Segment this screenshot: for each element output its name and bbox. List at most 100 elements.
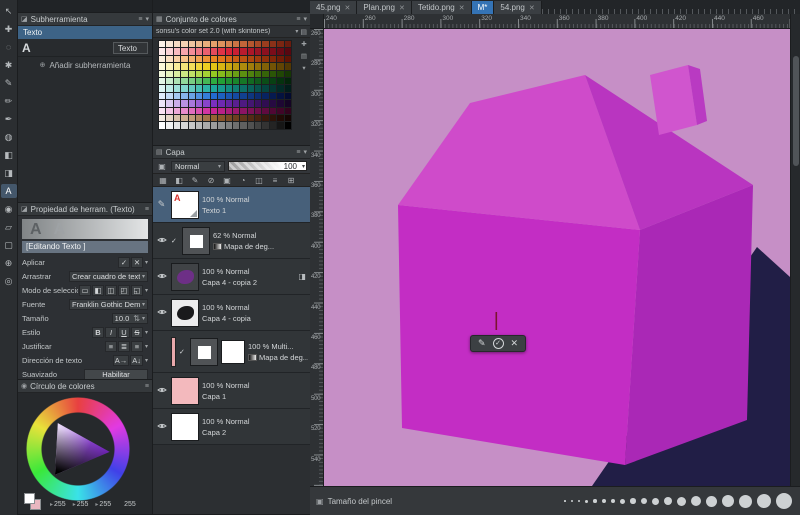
text-tool[interactable]: A bbox=[0, 184, 17, 198]
palette-swatch[interactable] bbox=[181, 63, 188, 70]
palette-swatch[interactable] bbox=[203, 55, 210, 63]
palette-swatch[interactable] bbox=[173, 55, 181, 63]
palette-swatch[interactable] bbox=[277, 70, 284, 77]
palette-swatch[interactable] bbox=[159, 85, 166, 92]
palette-swatch[interactable] bbox=[181, 77, 188, 85]
cancel-icon[interactable]: ✕ bbox=[511, 336, 519, 351]
palette-swatch[interactable] bbox=[269, 41, 277, 48]
fill-tool[interactable]: ◧ bbox=[1, 148, 17, 162]
palette-swatch[interactable] bbox=[188, 41, 195, 48]
palette-swatch[interactable] bbox=[240, 92, 247, 100]
swatch-view-icon[interactable]: ▤ bbox=[301, 52, 307, 60]
palette-swatch[interactable] bbox=[210, 70, 218, 77]
palette-swatch[interactable] bbox=[225, 70, 232, 77]
palette-swatch[interactable] bbox=[277, 122, 284, 129]
palette-swatch[interactable] bbox=[269, 48, 277, 55]
palette-swatch[interactable] bbox=[284, 100, 292, 107]
subtool-group-tab[interactable]: Texto bbox=[18, 26, 152, 39]
palette-swatch[interactable] bbox=[159, 48, 166, 55]
palette-swatch[interactable] bbox=[255, 122, 262, 129]
palette-swatch[interactable] bbox=[284, 48, 292, 55]
palette-swatch[interactable] bbox=[277, 55, 284, 63]
palette-swatch[interactable] bbox=[255, 70, 262, 77]
palette-swatch[interactable] bbox=[188, 107, 195, 114]
palette-swatch[interactable] bbox=[225, 107, 232, 114]
document-tab[interactable]: 54.png ✕ bbox=[494, 1, 542, 14]
palette-swatch[interactable] bbox=[166, 77, 173, 85]
tool-property-select[interactable]: Crear cuadro de texto ▾ bbox=[68, 270, 148, 282]
panel-collapse-icon[interactable]: ▾ bbox=[303, 15, 307, 23]
add-subtool-button[interactable]: ⊕ Añadir subherramienta bbox=[18, 57, 152, 73]
palette-swatch[interactable] bbox=[284, 55, 292, 63]
palette-swatch[interactable] bbox=[181, 107, 188, 114]
palette-swatch[interactable] bbox=[247, 41, 255, 48]
palette-swatch[interactable] bbox=[255, 48, 262, 55]
palette-swatch[interactable] bbox=[159, 55, 166, 63]
palette-swatch[interactable] bbox=[173, 107, 181, 114]
palette-swatch[interactable] bbox=[247, 85, 255, 92]
palette-swatch[interactable] bbox=[195, 70, 203, 77]
layer-thumbnail[interactable] bbox=[171, 376, 199, 405]
brush-size-dot[interactable] bbox=[577, 499, 580, 503]
palette-swatch[interactable] bbox=[173, 77, 181, 85]
palette-swatch[interactable] bbox=[225, 55, 232, 63]
palette-swatch[interactable] bbox=[255, 55, 262, 63]
palette-swatch[interactable] bbox=[255, 85, 262, 92]
palette-swatch[interactable] bbox=[269, 85, 277, 92]
tool-property-option-button[interactable]: ✓ bbox=[117, 256, 130, 268]
palette-swatch[interactable] bbox=[173, 92, 181, 100]
palette-swatch[interactable] bbox=[240, 107, 247, 114]
palette-swatch[interactable] bbox=[232, 114, 240, 122]
palette-swatch[interactable] bbox=[284, 122, 292, 129]
palette-swatch[interactable] bbox=[203, 100, 210, 107]
palette-swatch[interactable] bbox=[284, 70, 292, 77]
tool-property-option-button[interactable]: ◱ bbox=[130, 284, 143, 296]
palette-swatch[interactable] bbox=[262, 48, 269, 55]
tool-property-select[interactable]: Franklin Gothic Demi ▾ bbox=[68, 298, 148, 310]
palette-swatch[interactable] bbox=[173, 85, 181, 92]
palette-swatch[interactable] bbox=[210, 122, 218, 129]
layers-toolbar-icon[interactable]: ⊘ bbox=[205, 176, 217, 185]
palette-swatch[interactable] bbox=[232, 107, 240, 114]
palette-swatch[interactable] bbox=[240, 77, 247, 85]
palette-swatch[interactable] bbox=[195, 114, 203, 122]
document-tab[interactable]: Tetido.png ✕ bbox=[411, 1, 472, 14]
palette-swatch[interactable] bbox=[188, 85, 195, 92]
layers-toolbar-icon[interactable]: ▦ bbox=[157, 176, 169, 185]
brush-size-dot[interactable] bbox=[593, 499, 597, 503]
palette-swatch[interactable] bbox=[203, 70, 210, 77]
pen-icon[interactable]: ✎ bbox=[478, 336, 486, 351]
palette-swatch[interactable] bbox=[247, 77, 255, 85]
palette-swatch[interactable] bbox=[181, 122, 188, 129]
palette-swatch[interactable] bbox=[255, 107, 262, 114]
tool-property-option-button[interactable]: A↓ bbox=[130, 354, 143, 366]
palette-swatch[interactable] bbox=[232, 85, 240, 92]
layer-lock-icon[interactable]: ◨ bbox=[298, 272, 308, 281]
palette-swatch[interactable] bbox=[262, 41, 269, 48]
palette-swatch[interactable] bbox=[188, 92, 195, 100]
vertical-scrollbar[interactable] bbox=[790, 14, 800, 486]
palette-swatch[interactable] bbox=[277, 114, 284, 122]
palette-swatch[interactable] bbox=[269, 63, 277, 70]
tool-property-option-button[interactable]: ◧ bbox=[91, 284, 104, 296]
layers-toolbar-icon[interactable]: ◧ bbox=[173, 176, 185, 185]
palette-swatch[interactable] bbox=[255, 41, 262, 48]
palette-swatch[interactable] bbox=[173, 41, 181, 48]
palette-swatch[interactable] bbox=[166, 48, 173, 55]
palette-swatch[interactable] bbox=[166, 107, 173, 114]
tool-property-option-button[interactable]: ◫ bbox=[104, 284, 117, 296]
spinner-icon[interactable]: ⇅ bbox=[133, 314, 140, 323]
palette-swatch[interactable] bbox=[255, 77, 262, 85]
palette-swatch[interactable] bbox=[262, 55, 269, 63]
palette-swatch[interactable] bbox=[277, 41, 284, 48]
palette-swatch[interactable] bbox=[173, 63, 181, 70]
palette-swatch[interactable] bbox=[218, 92, 225, 100]
palette-swatch[interactable] bbox=[240, 122, 247, 129]
palette-swatch[interactable] bbox=[269, 55, 277, 63]
palette-swatch[interactable] bbox=[269, 92, 277, 100]
layer-check-icon[interactable]: ✓ bbox=[171, 237, 179, 245]
palette-swatch[interactable] bbox=[210, 48, 218, 55]
palette-swatch[interactable] bbox=[203, 107, 210, 114]
palette-swatch[interactable] bbox=[240, 70, 247, 77]
palette-swatch[interactable] bbox=[232, 55, 240, 63]
